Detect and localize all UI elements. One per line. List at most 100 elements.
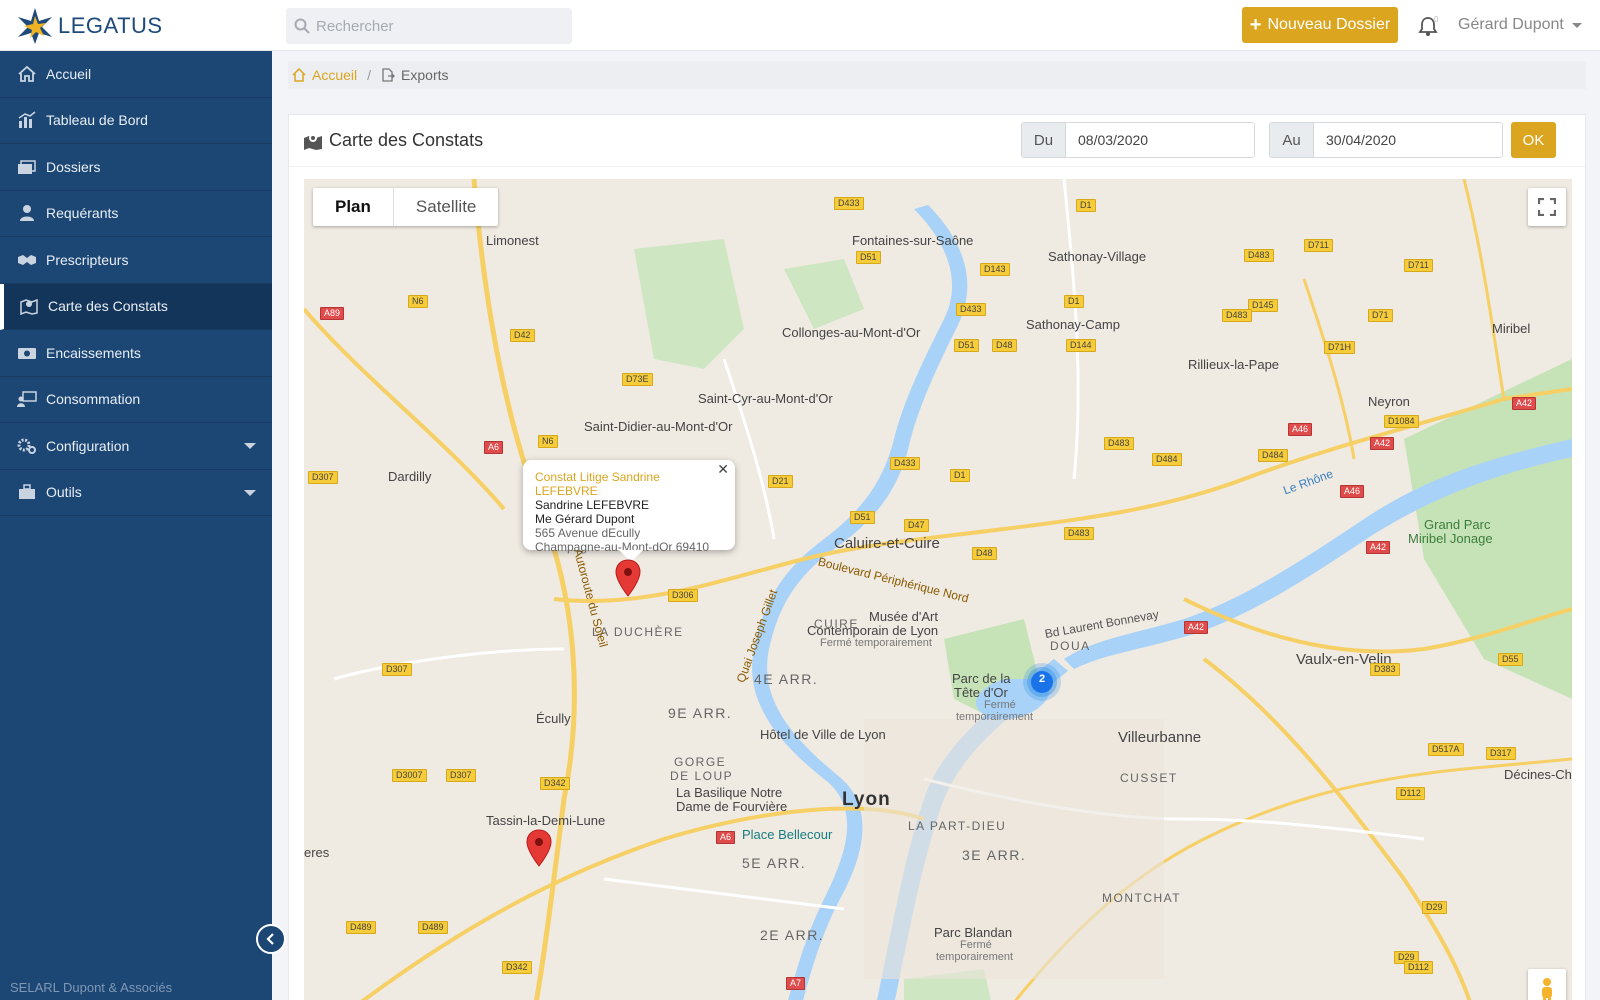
map-type-control: Plan Satellite — [313, 188, 499, 226]
map-label: Fermé — [984, 699, 1016, 711]
home-icon — [16, 65, 38, 83]
road-shield: D306 — [668, 589, 698, 602]
search-input[interactable] — [316, 17, 556, 35]
road-shield: A42 — [1184, 621, 1209, 634]
map-label: Collonges-au-Mont-d'Or — [782, 325, 921, 340]
map-label: temporairement — [936, 951, 1014, 963]
map-marker-icon[interactable] — [615, 559, 641, 597]
map-label: Villeurbanne — [1118, 729, 1202, 746]
sidebar-item-carte-des-constats[interactable]: Carte des Constats — [0, 283, 272, 330]
map-label: Fermé — [960, 939, 992, 951]
chevron-down-icon — [244, 443, 256, 449]
sidebar-item-label: Configuration — [46, 437, 130, 454]
map-label: Sathonay-Camp — [1026, 317, 1120, 332]
marker-cluster[interactable]: 2 — [1022, 662, 1062, 702]
map-label: Décines-Charp — [1504, 767, 1572, 782]
map-icon — [18, 297, 40, 316]
road-shield: A89 — [320, 307, 345, 320]
breadcrumb-home-label: Accueil — [312, 67, 358, 83]
sidebar-item-label: Requérants — [46, 205, 119, 222]
map-label: Place Bellecour — [742, 827, 833, 842]
sidebar-collapse-button[interactable] — [256, 924, 286, 954]
sidebar: Accueil Tableau de Bord Dossiers Requéra… — [0, 51, 272, 1000]
app-name: LEGATUS — [58, 13, 163, 38]
sidebar-item-outils[interactable]: Outils — [0, 470, 272, 516]
chevron-down-icon — [1571, 22, 1582, 28]
search-box[interactable] — [286, 8, 572, 44]
map-label: Dardilly — [388, 469, 432, 484]
card-header: Carte des Constats Du Au OK — [289, 115, 1585, 167]
road-shield: D307 — [382, 663, 412, 676]
map-label: GORGE — [674, 755, 727, 769]
map-label: Miribel — [1492, 321, 1531, 336]
close-icon[interactable]: ✕ — [717, 462, 729, 476]
user-menu[interactable]: Gérard Dupont — [1458, 16, 1582, 34]
road-shield: N6 — [538, 435, 558, 448]
plus-icon: + — [1249, 14, 1262, 36]
map-type-plan-button[interactable]: Plan — [313, 188, 394, 226]
map-view[interactable]: Limonest Fontaines-sur-Saône Sathonay-Vi… — [304, 179, 1572, 1000]
sidebar-item-tableau-de-bord[interactable]: Tableau de Bord — [0, 98, 272, 144]
road-shield: D483 — [1222, 309, 1252, 322]
presentation-icon — [16, 390, 38, 408]
map-label: Neyron — [1368, 394, 1410, 409]
fullscreen-button[interactable] — [1528, 188, 1566, 226]
road-shield: D489 — [418, 921, 448, 934]
app-logo[interactable]: LEGATUS — [14, 6, 163, 46]
road-shield: A46 — [1288, 423, 1313, 436]
export-icon — [382, 68, 395, 82]
map-label: Lyon — [842, 789, 891, 810]
date-to-input[interactable] — [1314, 123, 1502, 157]
road-shield: D1084 — [1384, 415, 1419, 428]
breadcrumb-separator: / — [367, 67, 372, 83]
chevron-left-icon — [266, 933, 274, 945]
road-shield: D112 — [1396, 787, 1425, 800]
map-label: 2E ARR. — [760, 927, 825, 943]
fullscreen-icon — [1538, 198, 1556, 216]
road-shield: D489 — [346, 921, 376, 934]
map-label: 9E ARR. — [668, 705, 733, 721]
map-label: eres — [304, 845, 330, 860]
map-label: Fermé temporairement — [820, 637, 932, 649]
info-window-title[interactable]: Constat Litige Sandrine LEFEBVRE — [535, 470, 723, 498]
map-label: DE LOUP — [670, 769, 734, 783]
road-shield: D145 — [1248, 299, 1278, 312]
road-shield: D483 — [1244, 249, 1274, 262]
map-label: CUSSET — [1120, 771, 1178, 785]
ok-button[interactable]: OK — [1511, 122, 1556, 158]
sidebar-item-requerants[interactable]: Requérants — [0, 191, 272, 237]
map-marker-icon[interactable] — [526, 829, 552, 867]
road-shield: D48 — [972, 547, 997, 560]
map-label: 3E ARR. — [962, 847, 1027, 863]
sidebar-item-accueil[interactable]: Accueil — [0, 51, 272, 98]
map-label: Limonest — [486, 233, 539, 248]
new-dossier-button[interactable]: + Nouveau Dossier — [1242, 7, 1398, 43]
road-shield: D317 — [1486, 747, 1516, 760]
sidebar-item-label: Accueil — [46, 65, 92, 82]
folders-icon — [16, 158, 38, 176]
road-shield: D21 — [768, 475, 793, 488]
sidebar-item-label: Carte des Constats — [48, 298, 168, 315]
sidebar-item-encaissements[interactable]: Encaissements — [0, 330, 272, 377]
sidebar-item-consommation[interactable]: Consommation — [0, 377, 272, 423]
gears-icon — [16, 437, 38, 455]
sidebar-item-configuration[interactable]: Configuration — [0, 423, 272, 470]
sidebar-item-dossiers[interactable]: Dossiers — [0, 144, 272, 191]
street-view-pegman[interactable] — [1528, 969, 1566, 1000]
road-shield: D51 — [954, 339, 979, 352]
road-shield: D55 — [1498, 653, 1523, 666]
top-bar: LEGATUS + Nouveau Dossier 0 Gérard Dupon… — [0, 0, 1600, 51]
map-label: Caluire-et-Cuire — [834, 535, 940, 552]
breadcrumb-current: Exports — [381, 67, 449, 83]
notification-count: 0 — [1434, 15, 1439, 24]
date-from-input[interactable] — [1066, 123, 1254, 157]
map-label: Contemporain de Lyon — [807, 623, 939, 638]
map-type-satellite-button[interactable]: Satellite — [394, 188, 498, 226]
sidebar-item-label: Consommation — [46, 391, 141, 408]
breadcrumb-home[interactable]: Accueil — [292, 67, 357, 83]
map-label: Saint-Cyr-au-Mont-d'Or — [698, 391, 833, 406]
sidebar-item-prescripteurs[interactable]: Prescripteurs — [0, 237, 272, 284]
sidebar-item-label: Encaissements — [46, 344, 141, 361]
road-shield: A46 — [1340, 485, 1365, 498]
road-shield: D1 — [950, 469, 970, 482]
